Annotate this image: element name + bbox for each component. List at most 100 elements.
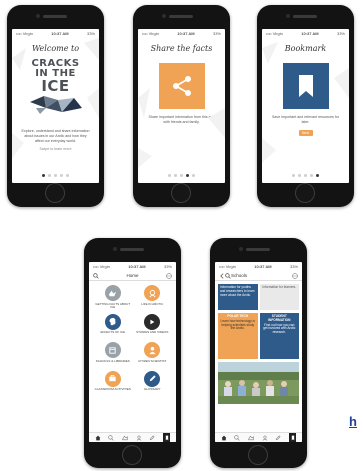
page-dot[interactable] xyxy=(298,174,301,177)
ice-shards-icon xyxy=(29,96,82,114)
bookmark-screen: •••• Virgin 10:37 AM 33% Bookmark Save i… xyxy=(262,29,349,183)
status-bar: •••• Virgin 10:37 AM 33% xyxy=(89,262,176,271)
page-dot[interactable] xyxy=(192,174,195,177)
tab-search[interactable] xyxy=(234,434,241,441)
background-triangles xyxy=(262,42,349,163)
menu-circle xyxy=(144,370,161,387)
tab-edit[interactable] xyxy=(149,435,155,441)
share-icon xyxy=(172,76,191,96)
phone-welcome: •••• Virgin 10:37 AM 33% Welcome to CRAC… xyxy=(7,5,104,207)
page-indicator[interactable] xyxy=(138,174,225,177)
tab-search[interactable] xyxy=(108,434,115,441)
card-polar-tech[interactable]: Polar Tech Learn how technology is helpi… xyxy=(218,313,258,359)
share-tile xyxy=(158,63,205,109)
more-icon[interactable] xyxy=(166,272,172,279)
status-bar: •••• Virgin 10:37 AM 33% xyxy=(138,29,225,38)
tab-ice[interactable] xyxy=(248,435,254,441)
menu-item-label: Life in Arctic xyxy=(141,301,164,306)
students-photo xyxy=(218,362,299,404)
menu-item-arctic-life[interactable]: Life in Arctic xyxy=(133,285,173,310)
front-camera xyxy=(286,14,290,18)
share-screen: •••• Virgin 10:37 AM 33% Share the facts… xyxy=(138,29,225,183)
ice-icon xyxy=(109,290,117,296)
page-dot[interactable] xyxy=(310,174,313,177)
menu-item-label: Glossary xyxy=(144,387,161,391)
home-menu-grid: Getting Facts About Ice Life in Arctic E… xyxy=(89,281,176,395)
front-camera xyxy=(36,14,40,18)
card-student-information[interactable]: Student Information Find out how you can… xyxy=(259,313,299,359)
home-button[interactable] xyxy=(171,183,191,203)
next-button[interactable]: Next xyxy=(298,130,313,136)
speaker-grille xyxy=(169,15,193,18)
clock-text: 10:37 AM xyxy=(254,264,272,269)
menu-item-effects[interactable]: Effects of Ice xyxy=(93,313,133,339)
welcome-screen: •••• Virgin 10:37 AM 33% Welcome to CRAC… xyxy=(12,29,99,183)
more-icon[interactable] xyxy=(292,272,298,279)
tab-people[interactable] xyxy=(262,435,268,441)
logo-line-3: ICE xyxy=(41,77,70,95)
tab-edit[interactable] xyxy=(275,435,281,441)
bookmark-tab-icon xyxy=(165,435,168,440)
menu-item-label: Citizen Scientist xyxy=(138,358,167,363)
pencil-tab-icon xyxy=(150,435,155,440)
home-button[interactable] xyxy=(295,183,315,203)
bottom-tab-bar xyxy=(89,432,176,442)
search-tab-icon xyxy=(234,434,241,441)
page-dot[interactable] xyxy=(304,174,307,177)
menu-item-label: Classroom Activities xyxy=(94,387,131,391)
battery-text: 33% xyxy=(336,31,345,36)
menu-item-classroom[interactable]: Classroom Activities xyxy=(93,370,133,396)
info-card-learners[interactable]: Information for learners. xyxy=(259,284,299,310)
tab-home[interactable] xyxy=(95,435,101,441)
page-dot[interactable] xyxy=(48,174,51,177)
page-dot[interactable] xyxy=(316,174,319,177)
menu-item-stories[interactable]: Stories and Videos xyxy=(133,313,173,339)
menu-circle xyxy=(104,370,121,387)
info-card-youths[interactable]: Information for youths and researchers t… xyxy=(218,284,258,310)
carrier-text: •••• Virgin xyxy=(93,264,110,269)
library-icon xyxy=(109,346,116,354)
page-dot[interactable] xyxy=(168,174,171,177)
card-text: Learn how technology is helping scientis… xyxy=(220,318,255,331)
menu-circle xyxy=(104,342,121,358)
page-indicator[interactable] xyxy=(262,174,349,177)
front-camera xyxy=(239,247,243,251)
page-dot[interactable] xyxy=(42,174,45,177)
feature-cards-row: Polar Tech Learn how technology is helpi… xyxy=(215,313,302,359)
menu-item-citizen-scientist[interactable]: Citizen Scientist xyxy=(133,342,173,367)
page-dot[interactable] xyxy=(186,174,189,177)
menu-item-glossary[interactable]: Glossary xyxy=(133,370,173,396)
menu-item-label: Getting Facts About Ice xyxy=(95,301,131,309)
tab-ice[interactable] xyxy=(122,435,128,441)
speaker-grille xyxy=(246,248,270,251)
page-dot[interactable] xyxy=(66,174,69,177)
home-button[interactable] xyxy=(122,445,142,465)
page-dot[interactable] xyxy=(292,174,295,177)
cracks-in-the-ice-logo: CRACKS IN THE ICE xyxy=(12,59,99,129)
menu-item-label: Schools & Libraries xyxy=(95,358,130,363)
carrier-text: •••• Virgin xyxy=(219,264,236,269)
menu-item-facts[interactable]: Getting Facts About Ice xyxy=(93,285,133,310)
home-button[interactable] xyxy=(45,183,65,203)
home-topbar: Home xyxy=(89,271,176,281)
page-indicator[interactable] xyxy=(12,174,99,177)
page-dot[interactable] xyxy=(60,174,63,177)
card-title: Student Information xyxy=(268,314,291,322)
menu-circle xyxy=(104,313,121,330)
tab-people[interactable] xyxy=(136,435,142,441)
bookmark-body: Save important and relevant resources fo… xyxy=(272,115,339,124)
tab-bookmarks[interactable] xyxy=(289,433,297,442)
swipe-link[interactable]: Swipe to learn more xyxy=(12,147,99,151)
home-button[interactable] xyxy=(248,445,268,465)
search-icon[interactable] xyxy=(93,272,99,279)
page-dot[interactable] xyxy=(180,174,183,177)
home-title: Home xyxy=(126,273,139,278)
menu-item-schools[interactable]: Schools & Libraries xyxy=(93,342,133,367)
status-bar: •••• Virgin 10:37 AM 33% xyxy=(215,262,302,271)
ice-tab-icon xyxy=(248,435,254,440)
page-dot[interactable] xyxy=(54,174,57,177)
tab-bookmarks[interactable] xyxy=(163,433,171,442)
tab-home[interactable] xyxy=(221,435,227,441)
edge-link-fragment[interactable]: h xyxy=(349,414,357,429)
page-dot[interactable] xyxy=(174,174,177,177)
